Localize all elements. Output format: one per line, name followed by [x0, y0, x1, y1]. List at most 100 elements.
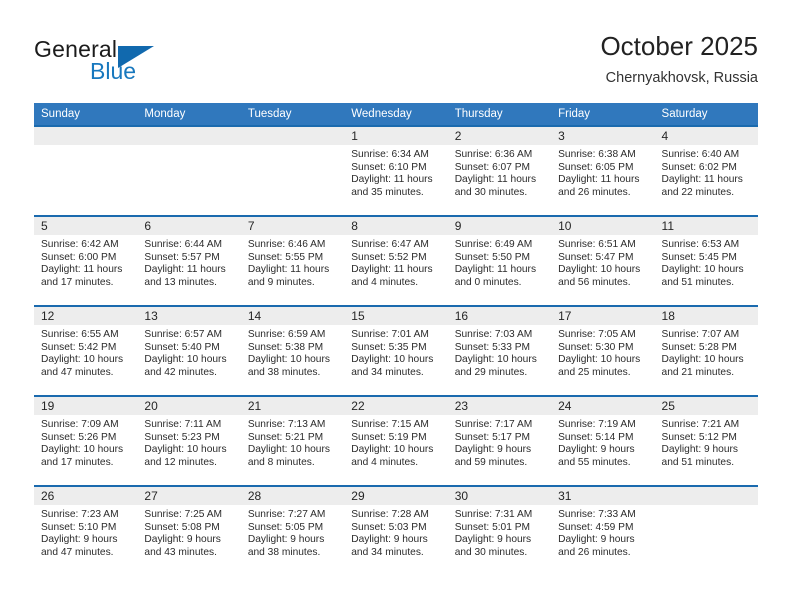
sunrise-sunset-calendar: Sunday Monday Tuesday Wednesday Thursday…: [34, 103, 758, 575]
sunrise-text: Sunrise: 7:07 AM: [661, 329, 740, 340]
day-number: 15: [344, 307, 448, 325]
calendar-day-cell[interactable]: 4 Sunrise: 6:40 AM Sunset: 6:02 PM Daylight…: [654, 126, 758, 216]
weekday-header-friday: Friday: [551, 103, 655, 126]
daylight-text-cont: and 34 minutes.: [351, 546, 424, 558]
calendar-day-cell[interactable]: 16 Sunrise: 7:03 AM Sunset: 5:33 PM Dayligh…: [447, 306, 552, 396]
calendar-day-cell[interactable]: 31 Sunrise: 7:33 AM Sunset: 4:59 PM Dayligh…: [551, 486, 655, 575]
calendar-day-cell[interactable]: 17 Sunrise: 7:05 AM Sunset: 5:30 PM Dayligh…: [551, 306, 655, 396]
daylight-text: Daylight: 9 hours: [558, 444, 635, 456]
daylight-text: Daylight: 11 hours: [351, 264, 433, 276]
sunset-text: Sunset: 5:35 PM: [351, 341, 427, 353]
calendar-day-cell[interactable]: 23 Sunrise: 7:17 AM Sunset: 5:17 PM Dayligh…: [447, 396, 552, 486]
sunset-text: Sunset: 5:30 PM: [558, 341, 634, 353]
calendar-day-cell[interactable]: 26 Sunrise: 7:23 AM Sunset: 5:10 PM Dayligh…: [34, 486, 138, 575]
daylight-text-cont: and 26 minutes.: [558, 546, 631, 558]
day-details: Sunrise: 6:38 AM Sunset: 6:05 PM Daylight:…: [551, 145, 654, 199]
daylight-text: Daylight: 10 hours: [247, 354, 330, 366]
calendar-day-cell[interactable]: 13 Sunrise: 6:57 AM Sunset: 5:40 PM Dayligh…: [137, 306, 241, 396]
sunset-text: Sunset: 5:12 PM: [661, 431, 737, 443]
sunset-text: Sunset: 5:33 PM: [454, 341, 531, 353]
day-details: Sunrise: 6:57 AM Sunset: 5:40 PM Daylight:…: [137, 325, 240, 379]
day-number: 21: [240, 397, 345, 415]
calendar-day-cell[interactable]: 6 Sunrise: 6:44 AM Sunset: 5:57 PM Daylight…: [137, 216, 241, 306]
calendar-day-cell[interactable]: 19 Sunrise: 7:09 AM Sunset: 5:26 PM Dayligh…: [34, 396, 138, 486]
calendar-day-cell[interactable]: 9 Sunrise: 6:49 AM Sunset: 5:50 PM Daylight…: [447, 216, 552, 306]
calendar-head: Sunday Monday Tuesday Wednesday Thursday…: [34, 103, 758, 126]
calendar-day-cell[interactable]: 5 Sunrise: 6:42 AM Sunset: 6:00 PM Daylight…: [34, 216, 138, 306]
calendar-day-cell[interactable]: 24 Sunrise: 7:19 AM Sunset: 5:14 PM Dayligh…: [551, 396, 655, 486]
daylight-text: Daylight: 10 hours: [144, 354, 227, 366]
daylight-text: Daylight: 9 hours: [558, 534, 635, 546]
daylight-text: Daylight: 9 hours: [454, 534, 532, 546]
calendar-day-cell[interactable]: 20 Sunrise: 7:11 AM Sunset: 5:23 PM Dayligh…: [137, 396, 241, 486]
calendar-day-cell[interactable]: 8 Sunrise: 6:47 AM Sunset: 5:52 PM Daylight…: [344, 216, 448, 306]
day-details: Sunrise: 6:59 AM Sunset: 5:38 PM Daylight:…: [241, 325, 344, 379]
daylight-text-cont: and 42 minutes.: [144, 366, 217, 378]
sunset-text: Sunset: 5:40 PM: [144, 341, 220, 353]
calendar-day-cell[interactable]: 11 Sunrise: 6:53 AM Sunset: 5:45 PM Dayligh…: [654, 216, 758, 306]
calendar-day-cell[interactable]: 21 Sunrise: 7:13 AM Sunset: 5:21 PM Dayligh…: [240, 396, 345, 486]
day-details: Sunrise: 7:23 AM Sunset: 5:10 PM Daylight:…: [34, 505, 137, 559]
day-details: Sunrise: 7:25 AM Sunset: 5:08 PM Daylight:…: [137, 505, 240, 559]
day-details: Sunrise: 6:34 AM Sunset: 6:10 PM Daylight:…: [344, 145, 447, 199]
daylight-text-cont: and 9 minutes.: [247, 276, 315, 288]
daylight-text-cont: and 47 minutes.: [41, 366, 114, 378]
sunset-text: Sunset: 6:10 PM: [351, 161, 427, 173]
calendar-day-cell[interactable]: 25 Sunrise: 7:21 AM Sunset: 5:12 PM Dayligh…: [654, 396, 758, 486]
day-number: 18: [654, 307, 758, 325]
daylight-text-cont: and 4 minutes.: [351, 276, 419, 288]
daylight-text-cont: and 43 minutes.: [144, 546, 217, 558]
calendar-day-cell[interactable]: 27 Sunrise: 7:25 AM Sunset: 5:08 PM Dayligh…: [137, 486, 241, 575]
sunrise-text: Sunrise: 7:33 AM: [558, 509, 636, 520]
daylight-text: Daylight: 10 hours: [661, 354, 744, 366]
sunset-text: Sunset: 4:59 PM: [558, 521, 634, 533]
sunrise-text: Sunrise: 7:21 AM: [661, 419, 740, 430]
calendar-day-cell[interactable]: 22 Sunrise: 7:15 AM Sunset: 5:19 PM Dayligh…: [344, 396, 448, 486]
daylight-text-cont: and 0 minutes.: [454, 276, 522, 288]
day-details: Sunrise: 7:28 AM Sunset: 5:03 PM Daylight:…: [344, 505, 447, 559]
calendar-day-cell[interactable]: 14 Sunrise: 6:59 AM Sunset: 5:38 PM Dayligh…: [240, 306, 345, 396]
daylight-text-cont: and 21 minutes.: [661, 366, 735, 378]
sunrise-text: Sunrise: 7:11 AM: [144, 419, 222, 430]
calendar-day-cell[interactable]: 30 Sunrise: 7:31 AM Sunset: 5:01 PM Dayligh…: [447, 486, 552, 575]
day-number: 19: [34, 397, 138, 415]
calendar-day-cell[interactable]: 2 Sunrise: 6:36 AM Sunset: 6:07 PM Daylight…: [447, 126, 552, 216]
calendar-day-cell[interactable]: 12 Sunrise: 6:55 AM Sunset: 5:42 PM Dayligh…: [34, 306, 138, 396]
weekday-header-tuesday: Tuesday: [240, 103, 345, 126]
calendar-week-row: 5 Sunrise: 6:42 AM Sunset: 6:00 PM Daylight…: [34, 216, 758, 306]
sunrise-text: Sunrise: 6:51 AM: [558, 239, 636, 250]
day-number: 3: [551, 127, 655, 145]
day-details: Sunrise: 6:44 AM Sunset: 5:57 PM Daylight:…: [137, 235, 240, 289]
calendar-day-cell[interactable]: 18 Sunrise: 7:07 AM Sunset: 5:28 PM Dayligh…: [654, 306, 758, 396]
sunrise-text: Sunrise: 7:31 AM: [454, 509, 533, 520]
day-number: 11: [654, 217, 758, 235]
day-number: 9: [447, 217, 552, 235]
calendar-day-cell[interactable]: 28 Sunrise: 7:27 AM Sunset: 5:05 PM Dayligh…: [240, 486, 345, 575]
daylight-text: Daylight: 9 hours: [661, 444, 738, 456]
daylight-text: Daylight: 11 hours: [454, 174, 537, 186]
sunset-text: Sunset: 5:42 PM: [41, 341, 117, 353]
daylight-text-cont: and 13 minutes.: [144, 276, 217, 288]
sunset-text: Sunset: 5:10 PM: [41, 521, 117, 533]
day-number: 24: [551, 397, 655, 415]
sunset-text: Sunset: 5:26 PM: [41, 431, 117, 443]
sunset-text: Sunset: 5:21 PM: [247, 431, 324, 443]
day-details: Sunrise: 6:53 AM Sunset: 5:45 PM Daylight:…: [655, 235, 758, 289]
calendar-day-cell[interactable]: 29 Sunrise: 7:28 AM Sunset: 5:03 PM Dayligh…: [344, 486, 448, 575]
calendar-day-cell[interactable]: 10 Sunrise: 6:51 AM Sunset: 5:47 PM Dayligh…: [551, 216, 655, 306]
calendar-day-cell[interactable]: 15 Sunrise: 7:01 AM Sunset: 5:35 PM Dayligh…: [344, 306, 448, 396]
daylight-text: Daylight: 10 hours: [144, 444, 227, 456]
day-details: Sunrise: 6:51 AM Sunset: 5:47 PM Daylight:…: [551, 235, 654, 289]
sunrise-text: Sunrise: 6:38 AM: [558, 149, 636, 160]
day-details: Sunrise: 7:13 AM Sunset: 5:21 PM Daylight:…: [241, 415, 344, 469]
calendar-day-cell[interactable]: 7 Sunrise: 6:46 AM Sunset: 5:55 PM Daylight…: [240, 216, 345, 306]
daylight-text: Daylight: 11 hours: [558, 174, 640, 186]
day-number: 10: [551, 217, 655, 235]
calendar-day-cell[interactable]: 1 Sunrise: 6:34 AM Sunset: 6:10 PM Daylight…: [344, 126, 448, 216]
sunset-text: Sunset: 5:45 PM: [661, 251, 737, 263]
general-blue-logo[interactable]: General Blue: [34, 36, 194, 88]
calendar-day-cell[interactable]: 3 Sunrise: 6:38 AM Sunset: 6:05 PM Daylight…: [551, 126, 655, 216]
day-details: Sunrise: 7:07 AM Sunset: 5:28 PM Daylight:…: [655, 325, 758, 379]
day-number: 28: [240, 487, 345, 505]
sunset-text: Sunset: 5:23 PM: [144, 431, 220, 443]
